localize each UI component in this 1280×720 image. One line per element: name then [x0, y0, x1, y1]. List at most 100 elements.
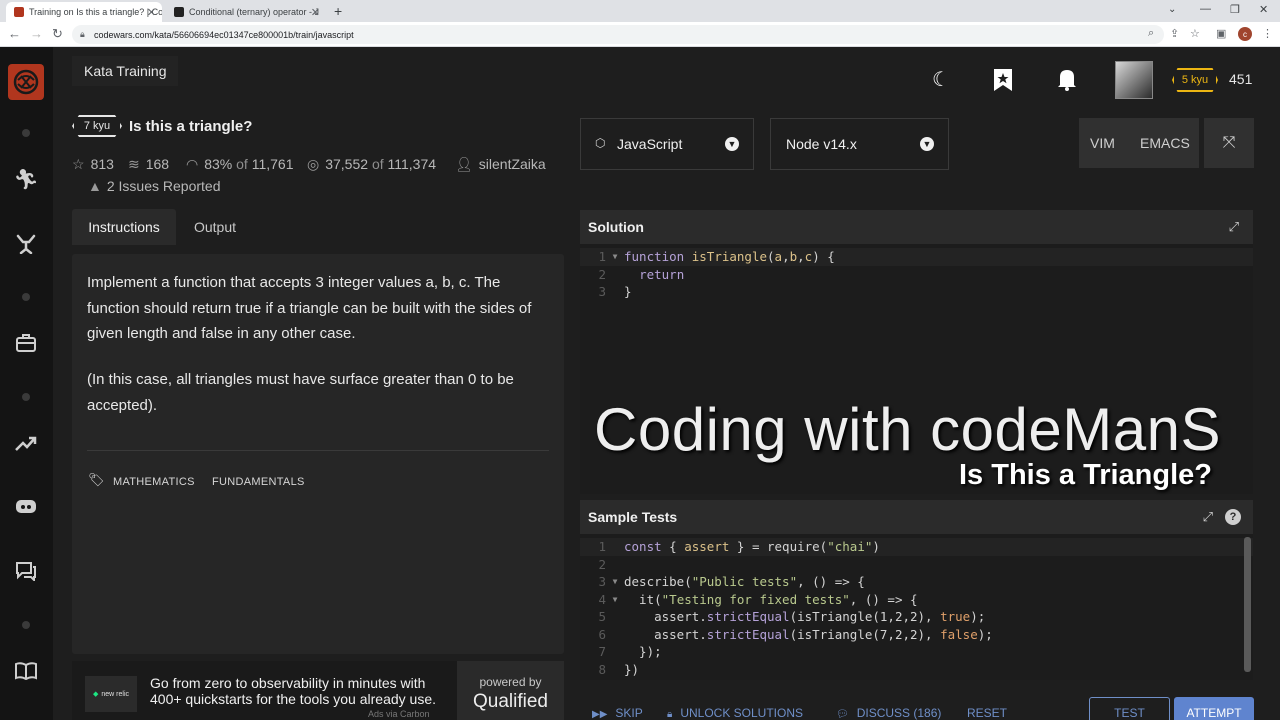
keybinding-mode-group: VIM EMACS [1079, 118, 1199, 168]
powered-by-label: powered by [479, 675, 542, 689]
chevron-down-icon: ▼ [920, 137, 934, 151]
completions-stat: ◎ 37,552 of 111,374 [307, 156, 437, 172]
new-tab-button[interactable]: + [334, 3, 342, 19]
nav-separator-dot [22, 621, 30, 629]
emacs-mode-button[interactable]: EMACS [1140, 135, 1190, 151]
close-tab-icon[interactable]: ✕ [147, 6, 156, 19]
target-icon: ◎ [307, 156, 320, 172]
bookmark-icon[interactable] [993, 68, 1013, 98]
divider [87, 450, 549, 451]
runtime-select[interactable]: Node v14.x ▼ [770, 118, 949, 170]
vim-mode-button[interactable]: VIM [1090, 135, 1115, 151]
dark-mode-moon-icon[interactable]: ☾ [932, 67, 950, 92]
javascript-hex-icon: ⬡ [595, 136, 606, 150]
fast-forward-icon: ▶▶ [592, 709, 608, 720]
discord-icon[interactable] [12, 493, 40, 521]
browser-tab-mdn[interactable]: Conditional (ternary) operator - J ✕ [166, 2, 326, 22]
discuss-button[interactable]: 💬︎ DISCUSS (186) [836, 706, 941, 720]
restore-window-icon[interactable]: ❐ [1230, 3, 1240, 16]
fold-arrow-icon[interactable]: ▼ [606, 595, 624, 604]
layers-icon: ≋ [128, 156, 140, 172]
url-bar[interactable]: 🔒︎ codewars.com/kata/56606694ec01347ce80… [72, 25, 1164, 44]
code-line: 2 return [598, 266, 685, 282]
practice-dojo-icon[interactable] [12, 229, 40, 257]
kata-title: Is this a triangle? [129, 118, 253, 135]
unlock-solutions-button[interactable]: 🔒︎ UNLOCK SOLUTIONS [667, 706, 803, 720]
share-icon[interactable]: ⇪ [1170, 27, 1179, 40]
gauge-icon: ◠ [186, 156, 199, 172]
tag-mathematics[interactable]: MATHEMATICS [113, 476, 195, 488]
tab-instructions[interactable]: Instructions [72, 209, 176, 245]
training-runner-icon[interactable]: 🏃︎ [12, 165, 40, 193]
leaderboard-trend-icon[interactable] [12, 429, 40, 457]
close-tab-icon[interactable]: ✕ [311, 6, 320, 19]
minimize-window-icon[interactable]: — [1200, 3, 1211, 15]
user-avatar[interactable] [1115, 61, 1153, 99]
kata-rank-badge: 7 kyu [72, 115, 122, 137]
issues-link[interactable]: ▲ 2 Issues Reported [88, 178, 220, 194]
notification-bell-icon[interactable] [1056, 67, 1078, 97]
code-line: 6 assert.strictEqual(isTriangle(7,2,2), … [598, 626, 993, 642]
reset-button[interactable]: RESET [967, 706, 1007, 720]
back-arrow-icon[interactable]: ← [8, 26, 21, 42]
language-select[interactable]: ⬡ JavaScript ▼ [580, 118, 754, 170]
code-line: 7 }); [598, 644, 662, 660]
forward-arrow-icon[interactable]: → [30, 26, 43, 42]
fullscreen-button[interactable]: ⤧ [1204, 118, 1254, 168]
zoom-icon[interactable]: ⌕ [1148, 27, 1154, 40]
codewars-logo-icon[interactable] [8, 64, 44, 100]
code-line: 4 ▼ it("Testing for fixed tests", () => { [598, 591, 918, 607]
collections-stat[interactable]: ≋ 168 [128, 156, 169, 173]
watermark-subtitle: Is This a Triangle? [959, 459, 1213, 491]
fold-arrow-icon[interactable]: ▼ [606, 577, 624, 586]
browser-menu-icon[interactable]: ⋮ [1262, 27, 1273, 40]
codewars-favicon-icon [14, 7, 24, 17]
bookmark-star-icon[interactable]: ☆ [1190, 27, 1200, 40]
new-relic-logo: ◆ new relic [85, 676, 137, 712]
code-line: 1 const { assert } = require("chai") [580, 538, 1253, 556]
test-button[interactable]: TEST [1089, 697, 1170, 720]
browser-tab-codewars[interactable]: Training on Is this a triangle? | Co ✕ [6, 2, 162, 22]
fold-arrow-icon[interactable]: ▼ [606, 252, 624, 261]
tab-output[interactable]: Output [182, 209, 248, 245]
tag-fundamentals[interactable]: FUNDAMENTALS [212, 476, 305, 488]
fullscreen-icon: ⤧ [1222, 134, 1236, 151]
runtime-value: Node v14.x [786, 136, 857, 152]
tests-scrollbar[interactable] [1244, 537, 1251, 672]
stars-stat[interactable]: ☆ 813 [72, 156, 114, 173]
chat-icon: 💬︎ [836, 709, 849, 720]
left-nav: 🏃︎ [0, 47, 53, 720]
author-link[interactable]: 👤︎ silentZaika [455, 156, 546, 173]
browser-tab-label: Training on Is this a triangle? | Co [29, 7, 162, 17]
tab-search-chevron-icon[interactable]: ⌄ [1168, 4, 1176, 15]
solution-header: Solution ⤢ [580, 210, 1253, 244]
satisfaction-stat: ◠ 83% of 11,761 [186, 156, 294, 172]
code-line: 2 [598, 556, 606, 572]
docs-book-icon[interactable] [12, 657, 40, 685]
sample-tests-editor[interactable]: 1 const { assert } = require("chai") 2 3… [580, 534, 1253, 680]
help-icon[interactable]: ? [1225, 509, 1241, 525]
reload-icon[interactable]: ↻ [52, 26, 63, 42]
expand-icon[interactable]: ⤢ [1229, 219, 1239, 235]
sidebar-toggle-icon[interactable]: ▣ [1216, 27, 1226, 40]
codewars-app: 🏃︎ Kata Training ☾ 5 kyu 451 7 kyu Is th… [0, 47, 1280, 720]
star-icon: ☆ [72, 156, 85, 172]
nav-separator-dot [22, 129, 30, 137]
description-paragraph: (In this case, all triangles must have s… [87, 371, 514, 414]
attempt-button[interactable]: ATTEMPT [1174, 697, 1254, 720]
profile-avatar[interactable]: c [1238, 27, 1252, 41]
carbon-ad[interactable]: ◆ new relic Go from zero to observability… [72, 661, 564, 720]
skip-button[interactable]: ▶▶ SKIP [592, 706, 643, 720]
sample-tests-title: Sample Tests [588, 509, 678, 525]
close-window-icon[interactable]: ✕ [1259, 3, 1268, 16]
qualified-brand: Qualified [473, 691, 548, 712]
briefcase-icon[interactable] [12, 329, 40, 357]
qualified-badge[interactable]: powered by Qualified [457, 661, 564, 720]
chat-bubble-icon[interactable] [12, 557, 40, 585]
browser-toolbar: ← → ↻ 🔒︎ codewars.com/kata/56606694ec013… [0, 22, 1280, 47]
ad-text: Go from zero to observability in minutes… [150, 675, 436, 707]
chevron-down-icon: ▼ [725, 137, 739, 151]
user-rank-badge: 5 kyu [1172, 68, 1218, 92]
description-paragraph: Implement a function that accepts 3 inte… [87, 274, 532, 342]
expand-icon[interactable]: ⤢ [1203, 509, 1213, 525]
